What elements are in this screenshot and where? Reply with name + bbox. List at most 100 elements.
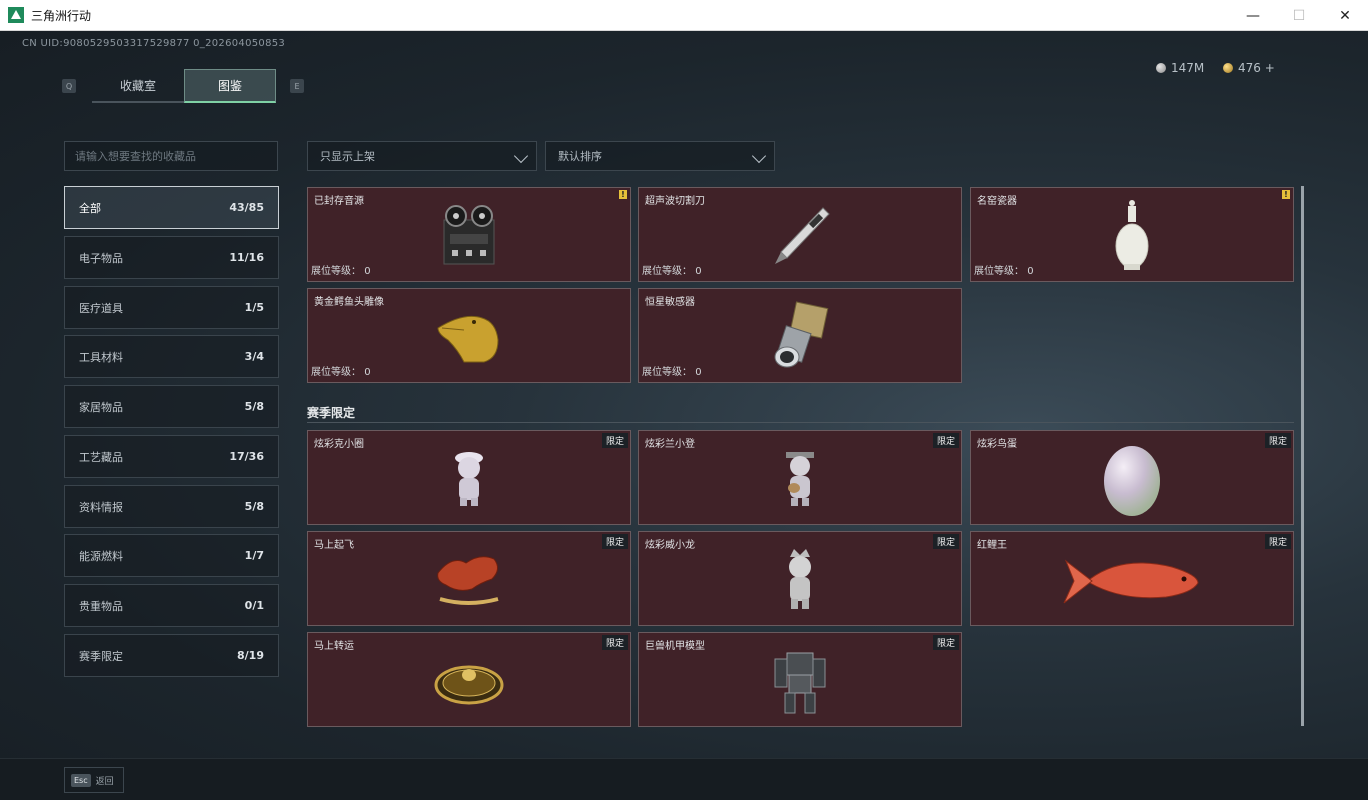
tab-right-key-hint[interactable]: E <box>290 79 304 93</box>
reel-recorder-icon <box>443 204 495 264</box>
title-bar: 三角洲行动 — ☐ ✕ <box>0 0 1368 31</box>
level-label: 展位等级： <box>642 367 692 378</box>
category-energy[interactable]: 能源燃料 1/7 <box>64 534 279 577</box>
category-intel[interactable]: 资料情报 5/8 <box>64 485 279 528</box>
level-value: 0 <box>364 367 371 378</box>
category-season[interactable]: 赛季限定 8/19 <box>64 634 279 677</box>
category-count: 5/8 <box>244 400 264 413</box>
currency-gold[interactable]: 476 + <box>1223 61 1275 75</box>
category-label: 赛季限定 <box>79 649 123 663</box>
limited-badge: 限定 <box>601 534 628 549</box>
level-label: 展位等级： <box>311 367 361 378</box>
sort-dropdown[interactable]: 默认排序 <box>545 141 775 171</box>
currency-silver: 147M <box>1156 61 1204 75</box>
figurine-icon <box>455 451 483 506</box>
season-item-card[interactable]: 红鲤王 限定 <box>970 531 1294 626</box>
silver-coin-icon <box>1156 63 1166 73</box>
minimize-button[interactable]: — <box>1230 0 1276 31</box>
item-name: 恒星敏感器 <box>645 297 695 308</box>
gold-crocodile-icon <box>437 315 499 362</box>
figurine-guitar-icon <box>786 451 814 506</box>
category-label: 工具材料 <box>79 350 123 364</box>
back-button[interactable]: Esc 返回 <box>64 767 124 793</box>
item-name: 马上转运 <box>314 641 354 652</box>
category-household[interactable]: 家居物品 5/8 <box>64 385 279 428</box>
tab-left-key-hint[interactable]: Q <box>62 79 76 93</box>
gold-coin-icon <box>1223 63 1233 73</box>
tab-catalog[interactable]: 图鉴 <box>184 69 276 103</box>
item-name: 黄金鳄鱼头雕像 <box>314 297 384 308</box>
bottom-bar: Esc 返回 <box>0 758 1368 800</box>
category-count: 11/16 <box>229 251 264 264</box>
category-label: 贵重物品 <box>79 599 123 613</box>
window-title: 三角洲行动 <box>31 8 92 23</box>
category-all[interactable]: 全部 43/85 <box>64 186 279 229</box>
sort-value: 默认排序 <box>558 150 602 163</box>
limited-badge: 限定 <box>932 433 959 448</box>
item-card[interactable]: 黄金鳄鱼头雕像 展位等级： 0 <box>307 288 631 383</box>
category-tools[interactable]: 工具材料 3/4 <box>64 335 279 378</box>
mech-model-icon <box>774 652 826 713</box>
item-name: 炫彩兰小登 <box>645 439 695 450</box>
item-name: 巨兽机甲模型 <box>645 641 705 652</box>
category-count: 5/8 <box>244 500 264 513</box>
category-valuables[interactable]: 贵重物品 0/1 <box>64 584 279 627</box>
search-input[interactable]: 请输入想要查找的收藏品 <box>64 141 278 171</box>
section-divider <box>307 422 1294 423</box>
shelf-filter-dropdown[interactable]: 只显示上架 <box>307 141 537 171</box>
egg-icon <box>1104 445 1160 516</box>
main-area: CN UID:9080529503317529877 0_20260405085… <box>0 31 1368 758</box>
warning-badge: ! <box>619 190 627 199</box>
category-count: 3/4 <box>244 350 264 363</box>
level-value: 0 <box>1027 266 1034 277</box>
season-item-card[interactable]: 炫彩威小龙 限定 <box>638 531 962 626</box>
back-label: 返回 <box>95 776 114 787</box>
category-count: 43/85 <box>229 201 264 214</box>
item-level: 展位等级： 0 <box>311 262 371 277</box>
scrollbar-thumb[interactable] <box>1301 186 1304 726</box>
maximize-button[interactable]: ☐ <box>1276 0 1322 31</box>
category-crafts[interactable]: 工艺藏品 17/36 <box>64 435 279 478</box>
season-item-card[interactable]: 炫彩克小圈 限定 <box>307 430 631 525</box>
gold-disc-icon <box>434 665 504 704</box>
category-medical[interactable]: 医疗道具 1/5 <box>64 286 279 329</box>
item-card[interactable]: 超声波切割刀 展位等级： 0 <box>638 187 962 282</box>
limited-badge: 限定 <box>601 635 628 650</box>
limited-badge: 限定 <box>932 534 959 549</box>
currency-gold-value: 476 + <box>1238 61 1275 75</box>
item-card[interactable]: 已封存音源 ! 展位等级： 0 <box>307 187 631 282</box>
category-label: 工艺藏品 <box>79 450 123 464</box>
item-level: 展位等级： 0 <box>642 262 702 277</box>
season-item-card[interactable]: 马上转运 限定 <box>307 632 631 727</box>
level-value: 0 <box>695 266 702 277</box>
category-label: 资料情报 <box>79 500 123 514</box>
limited-badge: 限定 <box>932 635 959 650</box>
tab-bar: Q 收藏室 图鉴 E <box>62 69 304 103</box>
cutter-pen-icon <box>775 206 830 264</box>
category-electronics[interactable]: 电子物品 11/16 <box>64 236 279 279</box>
item-card[interactable]: 恒星敏感器 展位等级： 0 <box>638 288 962 383</box>
season-item-card[interactable]: 炫彩鸟蛋 限定 <box>970 430 1294 525</box>
tab-collection-room[interactable]: 收藏室 <box>92 69 184 103</box>
season-item-card[interactable]: 巨兽机甲模型 限定 <box>638 632 962 727</box>
level-label: 展位等级： <box>642 266 692 277</box>
category-label: 家居物品 <box>79 400 123 414</box>
koi-fish-icon <box>1063 558 1199 603</box>
red-horse-icon <box>437 555 499 605</box>
item-level: 展位等级： 0 <box>642 363 702 378</box>
season-item-card[interactable]: 炫彩兰小登 限定 <box>638 430 962 525</box>
category-count: 1/7 <box>244 549 264 562</box>
category-count: 0/1 <box>244 599 264 612</box>
level-label: 展位等级： <box>311 266 361 277</box>
category-label: 全部 <box>79 201 101 215</box>
category-label: 医疗道具 <box>79 301 123 315</box>
figurine-crown-icon <box>789 548 811 609</box>
esc-key-hint: Esc <box>71 773 91 787</box>
item-card[interactable]: 名窑瓷器 ! 展位等级： 0 <box>970 187 1294 282</box>
limited-badge: 限定 <box>1264 534 1291 549</box>
season-item-card[interactable]: 马上起飞 限定 <box>307 531 631 626</box>
category-count: 8/19 <box>237 649 264 662</box>
category-count: 17/36 <box>229 450 264 463</box>
season-section-title: 赛季限定 <box>307 406 356 420</box>
close-button[interactable]: ✕ <box>1322 0 1368 31</box>
